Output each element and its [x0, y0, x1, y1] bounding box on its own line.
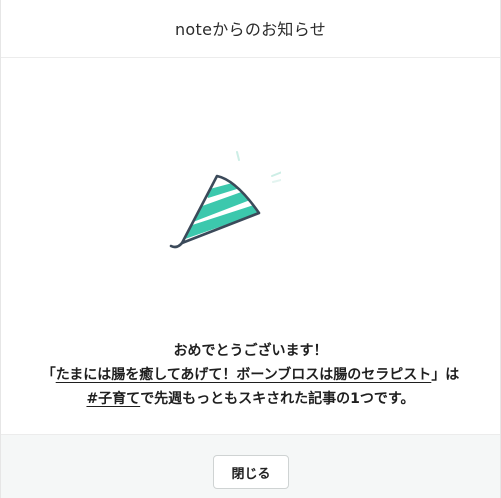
- quote-close: 」は: [431, 367, 460, 383]
- close-button[interactable]: 閉じる: [213, 455, 289, 489]
- hashtag-line: #子育てで先週もっともスキされた記事の1つです。: [1, 387, 500, 411]
- notification-modal: noteからのお知らせ おめでとうございます！ 「たまには腸を癒してあげて！ボー…: [0, 0, 501, 498]
- modal-footer: 閉じる: [1, 434, 500, 498]
- modal-title: noteからのお知らせ: [174, 20, 327, 39]
- congrats-heading: おめでとうございます！: [173, 343, 328, 359]
- congratulations-message: おめでとうございます！ 「たまには腸を癒してあげて！ボーンブロスは腸のセラピスト…: [1, 339, 500, 411]
- article-title-link[interactable]: たまには腸を癒してあげて！ボーンブロスは腸のセラピスト: [56, 367, 432, 383]
- celebration-illustration: [151, 140, 283, 260]
- hashtag-line-text: で先週もっともスキされた記事の1つです。: [140, 391, 415, 407]
- modal-header: noteからのお知らせ: [1, 0, 500, 58]
- quote-open: 「: [41, 367, 56, 383]
- article-line: 「たまには腸を癒してあげて！ボーンブロスは腸のセラピスト」は: [1, 363, 500, 387]
- hashtag-link[interactable]: #子育て: [86, 391, 140, 407]
- party-popper-icon: [169, 151, 283, 249]
